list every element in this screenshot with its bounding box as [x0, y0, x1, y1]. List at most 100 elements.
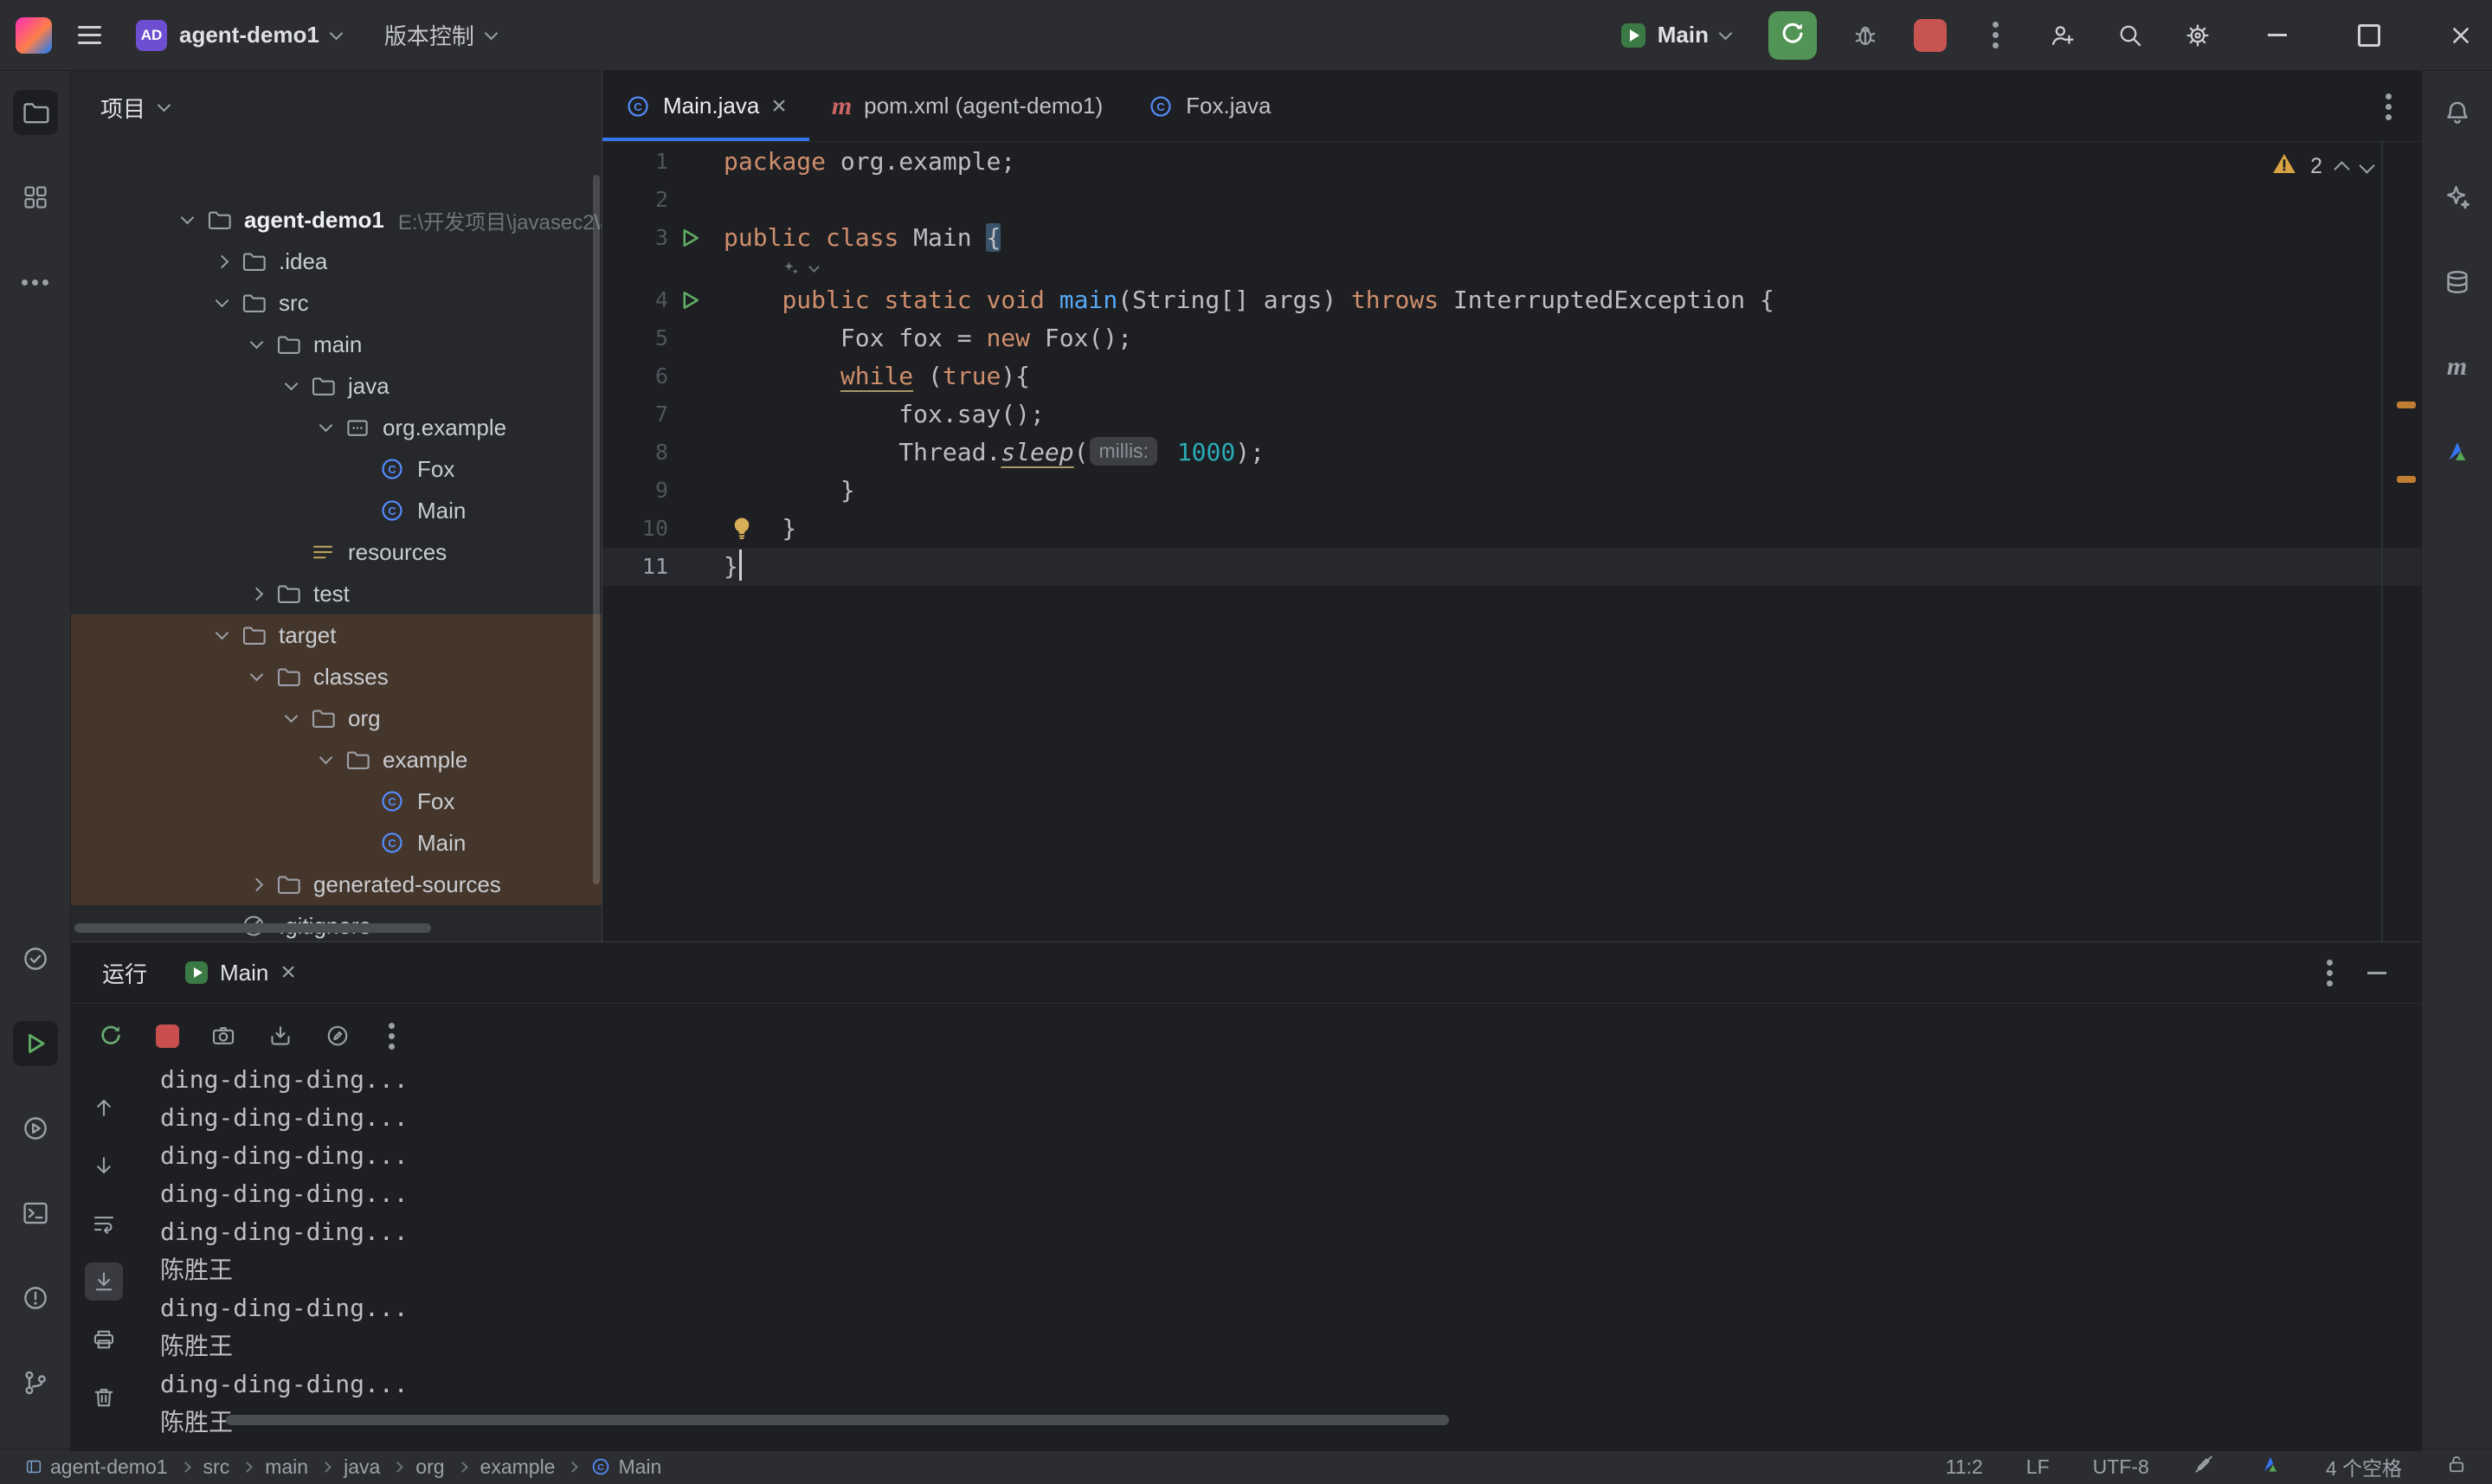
- chevron-down-icon[interactable]: [284, 710, 298, 723]
- plugin-status-icon[interactable]: [2258, 1452, 2283, 1481]
- annotate-icon[interactable]: [325, 1023, 351, 1049]
- hide-panel-icon[interactable]: [2367, 972, 2386, 974]
- rerun-button[interactable]: [1768, 11, 1817, 60]
- terminal-tool-icon[interactable]: [13, 1191, 58, 1236]
- file-encoding[interactable]: UTF-8: [2093, 1455, 2149, 1479]
- chevron-down-icon[interactable]: [180, 211, 194, 225]
- indent-info[interactable]: 4 个空格: [2326, 1452, 2402, 1481]
- editor[interactable]: 1package org.example;23public class Main…: [602, 142, 2421, 941]
- tree-item-main[interactable]: main: [71, 324, 602, 365]
- settings-gear-icon[interactable]: [2179, 16, 2217, 55]
- plugin-tool-icon[interactable]: [2435, 429, 2480, 474]
- chevron-down-icon[interactable]: [2359, 157, 2374, 173]
- print-icon[interactable]: [85, 1320, 123, 1359]
- tree-item-generated-sources[interactable]: generated-sources: [71, 864, 602, 905]
- tree-item-test[interactable]: test: [71, 573, 602, 614]
- editor-options-icon[interactable]: [2386, 99, 2421, 114]
- tree-item-Fox[interactable]: CFox: [71, 781, 602, 822]
- git-tool-icon[interactable]: [13, 1360, 58, 1405]
- tree-item-Main[interactable]: CMain: [71, 822, 602, 864]
- window-maximize-button[interactable]: [2338, 0, 2400, 70]
- editor-tab-Main.java[interactable]: CMain.java×: [602, 71, 809, 141]
- editor-tab-pom.xml (agent-demo1)[interactable]: mpom.xml (agent-demo1): [809, 71, 1125, 141]
- breadcrumb-item-agent-demo1[interactable]: agent-demo1: [24, 1455, 168, 1479]
- breadcrumb-item-main[interactable]: main: [265, 1455, 308, 1479]
- ai-assistant-tool-icon[interactable]: [2435, 175, 2480, 220]
- chevron-down-icon[interactable]: [215, 294, 229, 308]
- tree-item-src[interactable]: src: [71, 282, 602, 324]
- tree-item-Fox[interactable]: CFox: [71, 448, 602, 490]
- window-close-button[interactable]: [2430, 0, 2492, 70]
- close-icon[interactable]: ×: [771, 93, 787, 119]
- highlighting-icon[interactable]: [2193, 1453, 2215, 1481]
- tree-item-target[interactable]: target: [71, 614, 602, 656]
- run-gutter-icon[interactable]: [677, 225, 703, 251]
- softwrap-icon[interactable]: [85, 1205, 123, 1243]
- chevron-right-icon[interactable]: [215, 254, 229, 268]
- editor-tab-Fox.java[interactable]: CFox.java: [1125, 71, 1293, 141]
- rerun-icon[interactable]: [97, 1022, 125, 1050]
- window-minimize-button[interactable]: [2246, 0, 2308, 70]
- tree-item-.idea[interactable]: .idea: [71, 241, 602, 282]
- project-scrollbar-horizontal[interactable]: [74, 923, 431, 933]
- tree-item-org[interactable]: org: [71, 697, 602, 739]
- notifications-tool-icon[interactable]: [2435, 90, 2480, 135]
- tree-item-classes[interactable]: classes: [71, 656, 602, 697]
- chevron-up-icon[interactable]: [2334, 161, 2349, 177]
- project-panel-title[interactable]: 项目: [100, 92, 145, 124]
- console-scrollbar[interactable]: [226, 1415, 1449, 1425]
- chevron-down-icon[interactable]: [319, 751, 332, 765]
- tree-item-org.example[interactable]: org.example: [71, 407, 602, 448]
- caret-position[interactable]: 11:2: [1946, 1455, 1983, 1479]
- scrollend-icon[interactable]: [85, 1262, 123, 1301]
- inspections-widget[interactable]: 2: [2272, 152, 2373, 181]
- breadcrumb-item-java[interactable]: java: [344, 1455, 380, 1479]
- stop-icon[interactable]: [156, 1025, 179, 1048]
- console-output[interactable]: ding-ding-ding...ding-ding-ding...ding-d…: [137, 1068, 2421, 1451]
- main-menu-icon[interactable]: [78, 21, 101, 49]
- down-icon[interactable]: [85, 1147, 123, 1185]
- tree-item-java[interactable]: java: [71, 365, 602, 407]
- run-config-selector[interactable]: Main: [1613, 15, 1739, 55]
- project-folder-tool-icon[interactable]: [13, 90, 58, 135]
- services-tool-icon[interactable]: [13, 1106, 58, 1151]
- warning-stripe-mark[interactable]: [2397, 476, 2416, 483]
- close-icon[interactable]: ×: [280, 960, 296, 986]
- maven-tool-icon[interactable]: m: [2435, 344, 2480, 389]
- project-scrollbar-vertical[interactable]: [593, 175, 600, 884]
- database-tool-icon[interactable]: [2435, 260, 2480, 305]
- line-separator[interactable]: LF: [2026, 1455, 2050, 1479]
- tree-item-resources[interactable]: resources: [71, 531, 602, 573]
- structure-tool-icon[interactable]: [13, 175, 58, 220]
- run-panel-title[interactable]: 运行: [102, 957, 147, 989]
- breadcrumb-item-org[interactable]: org: [415, 1455, 444, 1479]
- chevron-down-icon[interactable]: [319, 419, 332, 433]
- vcs-widget[interactable]: 版本控制: [376, 12, 505, 58]
- debug-button[interactable]: [1846, 16, 1884, 55]
- chevron-down-icon[interactable]: [249, 336, 263, 350]
- warning-stripe-mark[interactable]: [2397, 402, 2416, 408]
- breadcrumb-item-src[interactable]: src: [203, 1455, 230, 1479]
- chevron-down-icon[interactable]: [249, 668, 263, 682]
- tree-item-agent-demo1[interactable]: agent-demo1E:\开发项目\javasec2\agen: [71, 199, 602, 241]
- commit-tool-icon[interactable]: [13, 936, 58, 981]
- add-user-icon[interactable]: [2044, 16, 2082, 55]
- lock-icon[interactable]: [2445, 1453, 2468, 1481]
- tree-item-example[interactable]: example: [71, 739, 602, 781]
- clear-icon[interactable]: [85, 1378, 123, 1417]
- up-icon[interactable]: [85, 1089, 123, 1127]
- stop-button[interactable]: [1914, 19, 1947, 52]
- camera-icon[interactable]: [210, 1023, 236, 1049]
- more-actions-icon[interactable]: [1976, 16, 2014, 55]
- tree-item-Main[interactable]: CMain: [71, 490, 602, 531]
- project-widget[interactable]: AD agent-demo1: [127, 13, 350, 58]
- run-gutter-icon[interactable]: [677, 287, 703, 313]
- problems-tool-icon[interactable]: [13, 1275, 58, 1320]
- run-panel-options-icon[interactable]: [2327, 965, 2333, 980]
- breadcrumb-item-Main[interactable]: CMain: [590, 1455, 661, 1479]
- search-icon[interactable]: [2111, 16, 2149, 55]
- more-icon[interactable]: [382, 1033, 402, 1039]
- chevron-right-icon[interactable]: [249, 877, 263, 891]
- intention-bulb-icon[interactable]: [729, 514, 755, 552]
- export-icon[interactable]: [267, 1023, 293, 1049]
